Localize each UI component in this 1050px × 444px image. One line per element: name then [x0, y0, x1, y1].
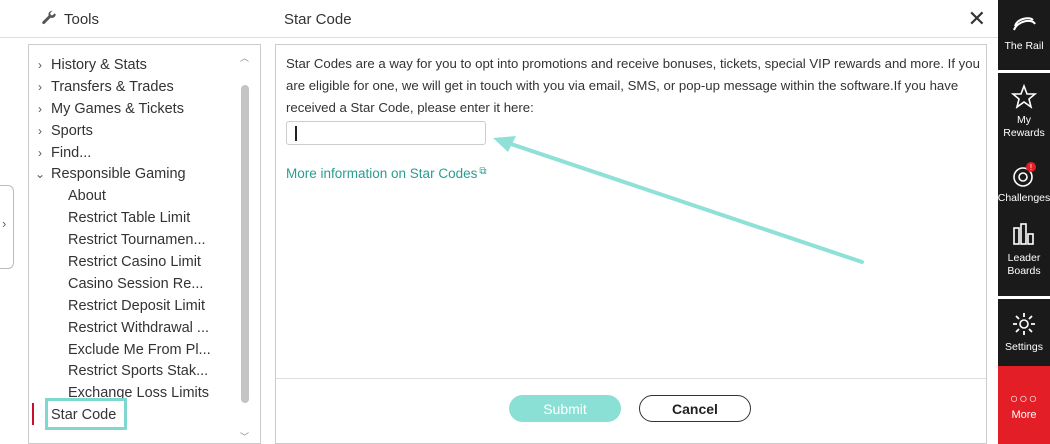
- sidebar-item-label: Responsible Gaming: [51, 166, 186, 183]
- rail-divider: [998, 296, 1050, 299]
- sidebar-list: › History & Stats › Transfers & Trades › My G…: [29, 45, 260, 426]
- star-code-panel: Star Codes are a way for you to opt into…: [275, 44, 987, 444]
- settings-label: Settings: [1005, 341, 1043, 353]
- sidebar-item-label: Restrict Sports Stak...: [68, 363, 209, 380]
- sidebar-item[interactable]: › Sports: [29, 120, 260, 142]
- bar-chart-icon: [1013, 223, 1034, 245]
- sidebar-item[interactable]: Restrict Casino Limit: [29, 251, 260, 273]
- star-code-description: Star Codes are a way for you to opt into…: [286, 56, 980, 115]
- chevron-right-icon: ›: [38, 101, 42, 116]
- scrollbar-thumb[interactable]: [241, 85, 249, 403]
- sidebar-item-label: Restrict Casino Limit: [68, 253, 201, 270]
- rail-icon: [1013, 17, 1036, 31]
- sidebar-item-label: History & Stats: [51, 56, 147, 73]
- sidebar-item[interactable]: Restrict Withdrawal ...: [29, 317, 260, 339]
- sidebar-item[interactable]: Restrict Table Limit: [29, 207, 260, 229]
- sidebar-item[interactable]: Restrict Sports Stak...: [29, 360, 260, 382]
- more-dots-icon: ○○○: [1009, 389, 1039, 406]
- sidebar-item[interactable]: About: [29, 185, 260, 207]
- my-rewards-label: My Rewards: [1003, 114, 1045, 139]
- scroll-up-icon[interactable]: ︿: [240, 51, 249, 64]
- dialog-title: Star Code: [284, 11, 352, 28]
- dialog-header: Star Code ✕: [270, 0, 998, 38]
- the-rail-button[interactable]: The Rail: [998, 10, 1050, 53]
- sidebar-item-label: About: [68, 188, 106, 205]
- the-rail-label: The Rail: [1004, 40, 1044, 52]
- sidebar-item-label: Restrict Table Limit: [68, 210, 191, 227]
- sidebar-item-label: Find...: [51, 144, 92, 161]
- star-icon: [1011, 84, 1037, 109]
- tools-sidebar: › History & Stats › Transfers & Trades › My G…: [28, 44, 261, 444]
- sidebar-item-label: Restrict Withdrawal ...: [68, 319, 209, 336]
- gear-icon: [1013, 313, 1035, 335]
- sidebar-item[interactable]: › History & Stats: [29, 54, 260, 76]
- sidebar-item[interactable]: ⌄ Responsible Gaming: [29, 163, 260, 185]
- close-icon[interactable]: ✕: [968, 6, 986, 31]
- sidebar-item[interactable]: Exclude Me From Pl...: [29, 339, 260, 361]
- chevron-right-icon: ›: [38, 79, 42, 94]
- challenges-badge: !: [1030, 163, 1032, 172]
- right-rail: The Rail My Rewards ! Challenges Leader …: [998, 0, 1050, 444]
- sidebar-item-label: Exclude Me From Pl...: [68, 341, 211, 358]
- text-cursor: [295, 126, 297, 141]
- expand-panel-tab[interactable]: ›: [0, 185, 14, 269]
- sidebar-item[interactable]: › My Games & Tickets: [29, 98, 260, 120]
- challenges-label: Challenges: [997, 192, 1050, 204]
- sidebar-item-label: My Games & Tickets: [51, 100, 184, 117]
- leader-boards-label: Leader Boards: [1007, 252, 1041, 277]
- sidebar-item[interactable]: Restrict Deposit Limit: [29, 295, 260, 317]
- more-button[interactable]: ○○○ More: [998, 366, 1050, 444]
- tools-title: Tools: [40, 10, 99, 28]
- sidebar-item[interactable]: › Transfers & Trades: [29, 76, 260, 98]
- sidebar-item[interactable]: Restrict Tournamen...: [29, 229, 260, 251]
- chevron-right-icon: ›: [2, 216, 7, 231]
- settings-button[interactable]: Settings: [998, 311, 1050, 354]
- more-info-link[interactable]: More information on Star Codes ⧉: [286, 166, 486, 181]
- external-link-icon: ⧉: [479, 166, 487, 177]
- sidebar-scrollbar[interactable]: ︿ ﹀: [240, 51, 250, 443]
- chevron-down-icon: ⌄: [34, 167, 46, 182]
- scroll-down-icon[interactable]: ﹀: [240, 430, 249, 443]
- sidebar-item-label: Restrict Deposit Limit: [68, 297, 205, 314]
- active-item-marker: [32, 403, 34, 425]
- chevron-right-icon: ›: [38, 123, 42, 138]
- cancel-button[interactable]: Cancel: [639, 395, 751, 422]
- sidebar-item-label: Casino Session Re...: [68, 275, 204, 292]
- sidebar-item[interactable]: › Find...: [29, 142, 260, 164]
- sidebar-item[interactable]: Casino Session Re...: [29, 273, 260, 295]
- wrench-icon: [42, 10, 56, 25]
- chevron-right-icon: ›: [38, 145, 42, 160]
- sidebar-item-label: Restrict Tournamen...: [68, 232, 206, 249]
- leader-boards-button[interactable]: Leader Boards: [998, 222, 1050, 278]
- chevron-right-icon: ›: [38, 57, 42, 72]
- my-rewards-button[interactable]: My Rewards: [998, 84, 1050, 140]
- more-label: More: [1011, 408, 1037, 421]
- more-info-link-text[interactable]: More information on Star Codes: [286, 166, 477, 181]
- sidebar-item-label: Transfers & Trades: [51, 78, 174, 95]
- submit-button[interactable]: Submit: [509, 395, 621, 422]
- star-code-input[interactable]: [286, 121, 486, 145]
- sidebar-item-label: Sports: [51, 122, 93, 139]
- target-icon: !: [1013, 162, 1036, 187]
- tools-title-text: Tools: [64, 10, 100, 28]
- close-button[interactable]: ✕: [968, 6, 986, 32]
- footer-divider: [276, 378, 986, 379]
- rail-divider: [998, 70, 1050, 73]
- challenges-button[interactable]: ! Challenges: [998, 162, 1050, 205]
- tools-header: Tools: [0, 0, 270, 38]
- active-item-highlight: [45, 398, 127, 430]
